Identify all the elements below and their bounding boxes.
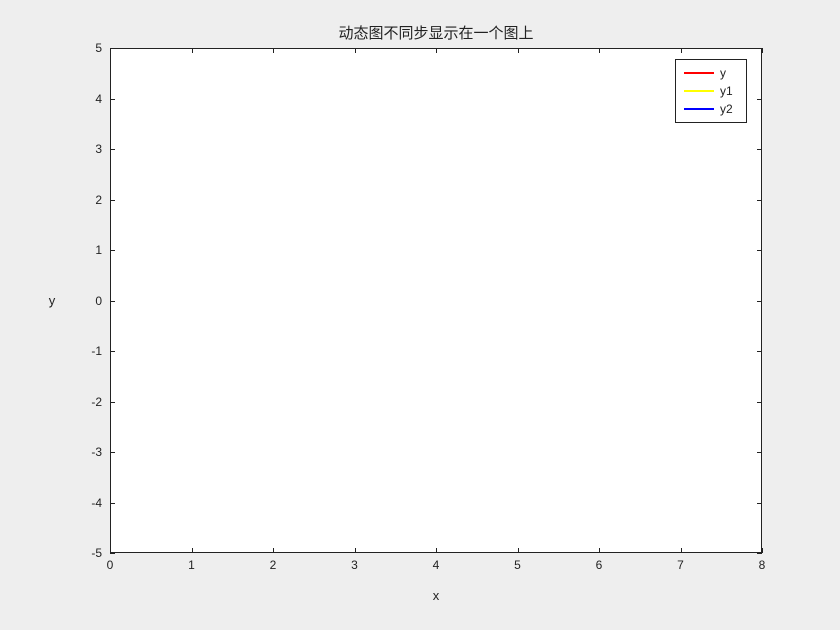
x-tick <box>762 48 763 53</box>
y-tick <box>110 553 115 554</box>
y-tick <box>110 149 115 150</box>
y-tick <box>110 301 115 302</box>
legend-swatch-y <box>684 72 714 74</box>
y-tick-label: 3 <box>72 142 102 156</box>
legend-label: y2 <box>720 102 738 116</box>
x-tick <box>273 548 274 553</box>
y-tick-label: 4 <box>72 92 102 106</box>
y-tick <box>757 301 762 302</box>
x-tick <box>436 48 437 53</box>
y-tick <box>757 200 762 201</box>
chart-title: 动态图不同步显示在一个图上 <box>110 22 762 43</box>
x-tick <box>192 48 193 53</box>
y-tick-label: -1 <box>72 344 102 358</box>
y-axis-label: y <box>42 48 62 553</box>
x-tick <box>436 548 437 553</box>
x-tick-label: 0 <box>107 558 114 572</box>
x-tick <box>355 48 356 53</box>
figure: 动态图不同步显示在一个图上 y y y1 y2 x 0 1 2 3 4 5 6 7 8 -5 -4 -… <box>0 0 840 630</box>
y-tick <box>110 503 115 504</box>
x-tick-label: 1 <box>188 558 195 572</box>
y-tick <box>757 48 762 49</box>
legend-entry: y1 <box>684 82 738 100</box>
x-tick-label: 8 <box>759 558 766 572</box>
axes[interactable]: y y1 y2 <box>110 48 762 553</box>
x-tick <box>599 548 600 553</box>
y-tick <box>757 149 762 150</box>
x-tick-label: 3 <box>351 558 358 572</box>
y-tick <box>110 200 115 201</box>
y-tick <box>757 452 762 453</box>
y-tick <box>757 503 762 504</box>
x-tick <box>518 48 519 53</box>
y-tick <box>757 250 762 251</box>
y-tick <box>110 99 115 100</box>
y-tick-label: 1 <box>72 243 102 257</box>
x-tick <box>599 48 600 53</box>
y-tick-label: 0 <box>72 294 102 308</box>
y-tick-label: -5 <box>72 546 102 560</box>
y-tick <box>757 99 762 100</box>
x-tick-label: 7 <box>677 558 684 572</box>
legend-label: y1 <box>720 84 738 98</box>
legend-swatch-y2 <box>684 108 714 110</box>
legend[interactable]: y y1 y2 <box>675 59 747 123</box>
x-tick-label: 6 <box>596 558 603 572</box>
x-tick-label: 2 <box>270 558 277 572</box>
x-tick <box>681 548 682 553</box>
y-tick-label: -2 <box>72 395 102 409</box>
legend-swatch-y1 <box>684 90 714 92</box>
y-tick <box>110 402 115 403</box>
y-tick <box>757 402 762 403</box>
x-tick <box>762 548 763 553</box>
x-tick-label: 5 <box>514 558 521 572</box>
y-tick <box>110 250 115 251</box>
x-tick-label: 4 <box>433 558 440 572</box>
legend-entry: y2 <box>684 100 738 118</box>
y-tick <box>110 48 115 49</box>
y-tick <box>757 553 762 554</box>
legend-label: y <box>720 66 738 80</box>
y-tick-label: -4 <box>72 496 102 510</box>
x-axis-label: x <box>110 588 762 603</box>
y-tick-label: -3 <box>72 445 102 459</box>
y-tick <box>110 452 115 453</box>
y-tick <box>757 351 762 352</box>
x-tick <box>681 48 682 53</box>
x-tick <box>518 548 519 553</box>
x-tick <box>192 548 193 553</box>
x-tick <box>273 48 274 53</box>
y-tick-label: 5 <box>72 41 102 55</box>
y-tick-label: 2 <box>72 193 102 207</box>
y-tick <box>110 351 115 352</box>
legend-entry: y <box>684 64 738 82</box>
x-tick <box>355 548 356 553</box>
